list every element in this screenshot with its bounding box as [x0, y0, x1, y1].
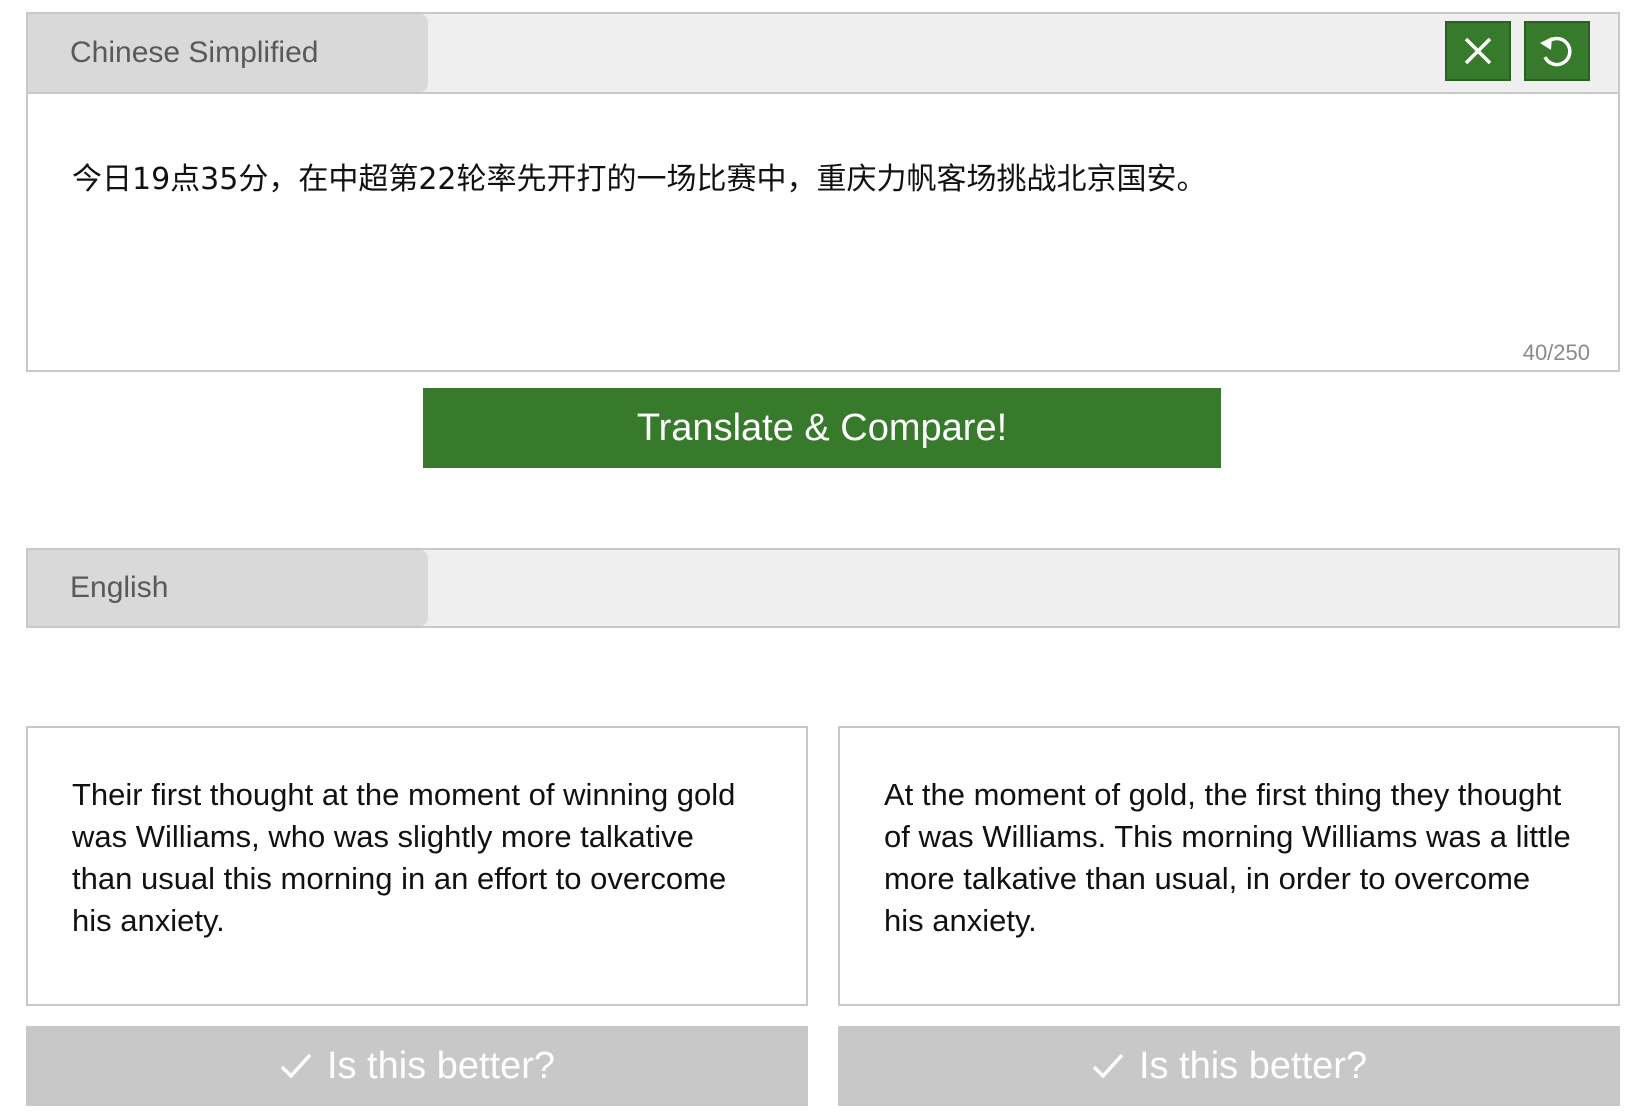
clear-button[interactable]: [1445, 21, 1511, 81]
translate-compare-button[interactable]: Translate & Compare!: [423, 388, 1221, 468]
source-panel: Chinese Simplified 今日19点35分，在中超第22轮率先开打的…: [26, 12, 1620, 372]
target-language-label: English: [70, 571, 169, 604]
vote-label-2: Is this better?: [1138, 1044, 1368, 1087]
checkmark-icon: [279, 1051, 313, 1081]
character-count: 40/250: [1522, 340, 1590, 365]
target-panel: English: [26, 548, 1620, 628]
vote-button-2[interactable]: Is this better?: [838, 1026, 1620, 1106]
source-language-label: Chinese Simplified: [70, 36, 319, 69]
source-text-input[interactable]: 今日19点35分，在中超第22轮率先开打的一场比赛中，重庆力帆客场挑战北京国安。: [72, 154, 1572, 198]
vote-button-1[interactable]: Is this better?: [26, 1026, 808, 1106]
target-language-select[interactable]: English: [28, 550, 428, 626]
translation-result-2: At the moment of gold, the first thing t…: [838, 726, 1620, 1006]
source-language-select[interactable]: Chinese Simplified: [28, 14, 428, 92]
reset-button[interactable]: [1524, 21, 1590, 81]
translation-result-1: Their first thought at the moment of win…: [26, 726, 808, 1006]
close-icon: [1464, 37, 1492, 65]
vote-label-1: Is this better?: [326, 1044, 556, 1087]
undo-icon: [1540, 36, 1572, 67]
source-panel-header: Chinese Simplified: [28, 14, 1618, 94]
checkmark-icon: [1091, 1051, 1125, 1081]
